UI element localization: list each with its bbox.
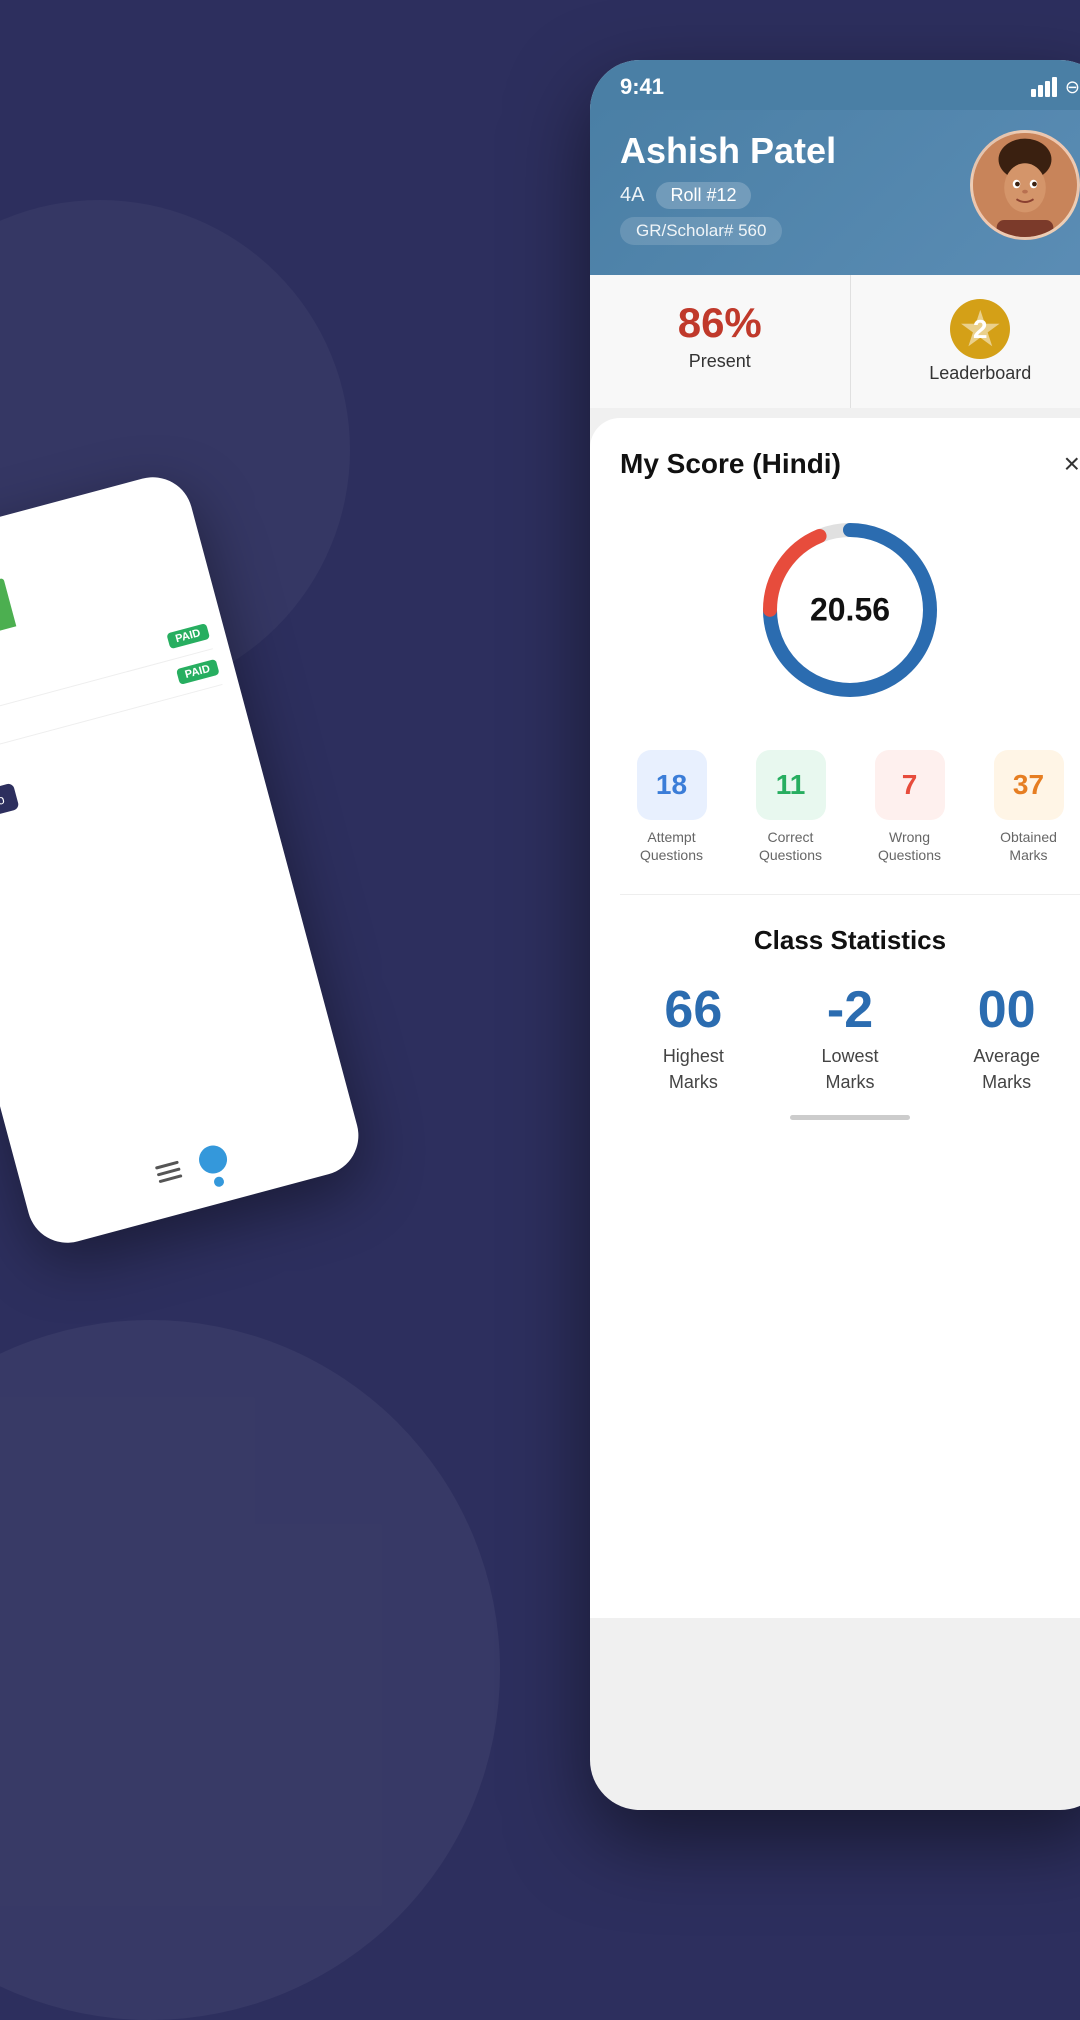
score-stats: 18 AttemptQuestions 11 CorrectQuestions … — [620, 750, 1080, 895]
handle-bar — [790, 1115, 910, 1120]
present-value: 86% — [678, 299, 762, 347]
profile-name: Ashish Patel — [620, 130, 950, 172]
time-display: 9:41 — [620, 74, 664, 100]
status-bar: 9:41 ⊖ — [590, 60, 1080, 110]
lowest-value: -2 — [827, 980, 873, 1040]
score-center-value: 20.56 — [810, 592, 890, 629]
highest-label: HighestMarks — [663, 1044, 724, 1094]
obtained-stat: 37 ObtainedMarks — [977, 750, 1080, 864]
main-phone: 9:41 ⊖ Ashish Patel 4A Roll #12 GR/Schol… — [590, 60, 1080, 1810]
present-label: Present — [689, 351, 751, 372]
attempt-label: AttemptQuestions — [640, 828, 703, 864]
status-icons: ⊖ — [1031, 77, 1080, 98]
highest-stat: 66 HighestMarks — [620, 980, 767, 1094]
correct-stat: 11 CorrectQuestions — [739, 750, 842, 864]
donut-wrapper: 20.56 — [750, 510, 950, 710]
class-stats-row: 66 HighestMarks -2 LowestMarks 00 Averag… — [620, 980, 1080, 1094]
score-card-header: My Score (Hindi) × — [620, 448, 1080, 480]
highest-value: 66 — [664, 980, 722, 1040]
bottom-handle — [620, 1095, 1080, 1130]
chart-bar — [0, 578, 16, 631]
correct-badge: 11 — [756, 750, 826, 820]
wifi-icon: ⊖ — [1065, 77, 1080, 98]
score-title: My Score (Hindi) — [620, 448, 841, 480]
leaderboard-rank: 2 — [973, 314, 987, 345]
leaderboard-badge: ★ 2 — [950, 299, 1010, 359]
average-label: AverageMarks — [973, 1044, 1040, 1094]
days-ago-badge: Days Ago — [0, 783, 19, 830]
wrong-label: WrongQuestions — [878, 828, 941, 864]
lowest-stat: -2 LowestMarks — [777, 980, 924, 1094]
signal-icon — [1031, 77, 1057, 97]
present-stat: 86% Present — [590, 275, 851, 408]
attempt-badge: 18 — [637, 750, 707, 820]
paid-badge-2: PAID — [175, 659, 219, 685]
donut-chart-container: 20.56 — [620, 510, 1080, 710]
obtained-badge: 37 — [994, 750, 1064, 820]
wrong-badge: 7 — [875, 750, 945, 820]
roll-badge: Roll #12 — [656, 182, 750, 209]
stats-row: 86% Present ★ 2 Leaderboard — [590, 275, 1080, 408]
class-stats-title: Class Statistics — [620, 925, 1080, 956]
profile-class-row: 4A Roll #12 — [620, 182, 950, 209]
correct-label: CorrectQuestions — [759, 828, 822, 864]
avatar — [970, 130, 1080, 240]
leaderboard-label: Leaderboard — [929, 363, 1031, 384]
score-card: My Score (Hindi) × 20.56 18 Attem — [590, 418, 1080, 1618]
class-text: 4A — [620, 184, 644, 207]
paid-badge-1: PAID — [166, 623, 210, 649]
left-phone: Dec 000/- PAID 5000/- PAID 26/5 Days Ago — [0, 468, 367, 1251]
leaderboard-stat: ★ 2 Leaderboard — [851, 275, 1080, 408]
average-stat: 00 AverageMarks — [933, 980, 1080, 1094]
obtained-label: ObtainedMarks — [1000, 828, 1057, 864]
close-button[interactable]: × — [1064, 448, 1080, 480]
wrong-stat: 7 WrongQuestions — [858, 750, 961, 864]
attempt-stat: 18 AttemptQuestions — [620, 750, 723, 864]
average-value: 00 — [978, 980, 1036, 1040]
bg-circle-1 — [0, 1320, 500, 2020]
profile-header: Ashish Patel 4A Roll #12 GR/Scholar# 560 — [590, 110, 1080, 275]
gr-badge: GR/Scholar# 560 — [620, 217, 782, 245]
lowest-label: LowestMarks — [821, 1044, 878, 1094]
hamburger-icon[interactable] — [155, 1160, 183, 1183]
profile-info: Ashish Patel 4A Roll #12 GR/Scholar# 560 — [620, 130, 950, 245]
